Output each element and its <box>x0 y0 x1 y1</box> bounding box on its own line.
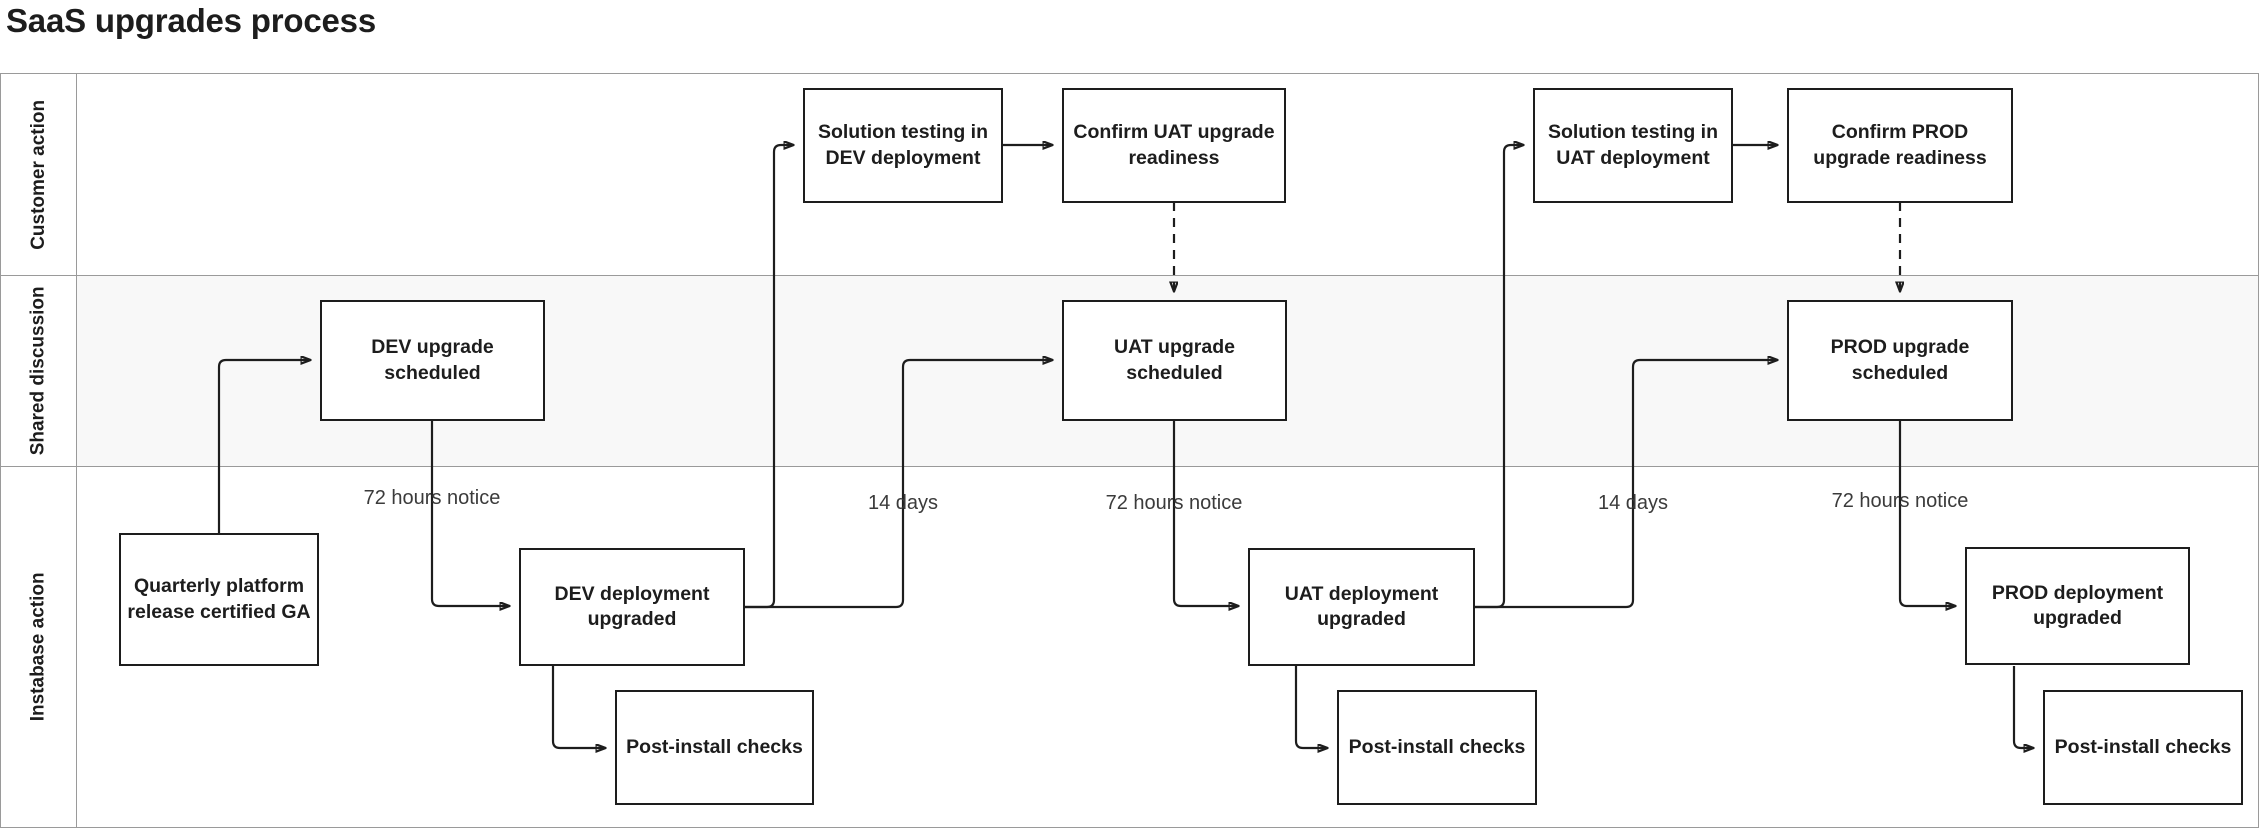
edge-label-72-hours-notice-prod: 72 hours notice <box>1831 490 1969 512</box>
node-quarterly-release[interactable]: Quarterly platform release certified GA <box>119 533 319 666</box>
node-post-install-checks-2[interactable]: Post-install checks <box>1337 690 1537 805</box>
node-dev-upgrade-scheduled[interactable]: DEV upgrade scheduled <box>320 300 545 421</box>
swimlane-header-customer-action: Customer action <box>1 74 77 275</box>
node-uat-upgrade-scheduled[interactable]: UAT upgrade scheduled <box>1062 300 1287 421</box>
node-solution-testing-uat[interactable]: Solution testing in UAT deployment <box>1533 88 1733 203</box>
swimlane-label-customer-action: Customer action <box>27 99 49 250</box>
node-post-install-checks-3[interactable]: Post-install checks <box>2043 690 2243 805</box>
edge-label-72-hours-notice-dev: 72 hours notice <box>363 487 501 509</box>
diagram-canvas: SaaS upgrades process Customer action Sh… <box>0 0 2260 828</box>
edge-label-72-hours-notice-uat: 72 hours notice <box>1105 492 1243 514</box>
page-title: SaaS upgrades process <box>6 2 376 39</box>
edge-label-14-days-dev: 14 days <box>867 492 939 514</box>
swimlane-label-shared-discussion: Shared discussion <box>27 286 49 456</box>
node-post-install-checks-1[interactable]: Post-install checks <box>615 690 814 805</box>
node-dev-deployment-upgraded[interactable]: DEV deployment upgraded <box>519 548 745 666</box>
swimlane-instabase-action: Instabase action <box>1 467 2258 827</box>
edge-label-14-days-uat: 14 days <box>1597 492 1669 514</box>
node-confirm-uat-readiness[interactable]: Confirm UAT upgrade readiness <box>1062 88 1286 203</box>
node-prod-deployment-upgraded[interactable]: PROD deployment upgraded <box>1965 547 2190 665</box>
swimlane-body-instabase-action <box>77 467 2258 827</box>
swimlane-label-instabase-action: Instabase action <box>27 572 49 722</box>
swimlane-header-instabase-action: Instabase action <box>1 467 77 827</box>
node-prod-upgrade-scheduled[interactable]: PROD upgrade scheduled <box>1787 300 2013 421</box>
node-confirm-prod-readiness[interactable]: Confirm PROD upgrade readiness <box>1787 88 2013 203</box>
swimlane-header-shared-discussion: Shared discussion <box>1 276 77 466</box>
node-solution-testing-dev[interactable]: Solution testing in DEV deployment <box>803 88 1003 203</box>
node-uat-deployment-upgraded[interactable]: UAT deployment upgraded <box>1248 548 1475 666</box>
